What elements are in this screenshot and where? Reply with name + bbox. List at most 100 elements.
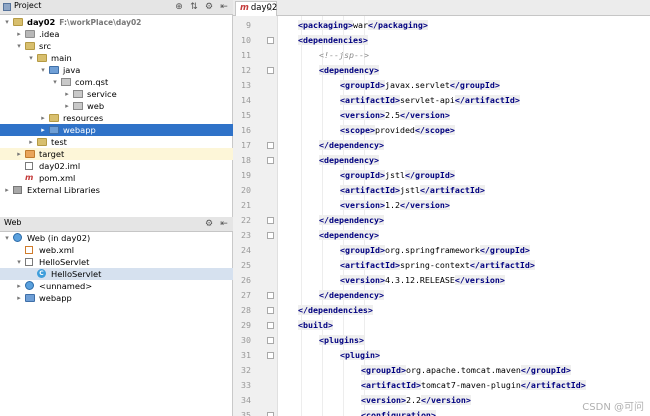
tree-item[interactable]: ▸ webapp [0, 292, 233, 304]
chevron-down-icon[interactable]: ▾ [51, 76, 59, 88]
collapse-all-icon[interactable]: ⇅ [189, 2, 199, 12]
folder-icon [25, 42, 35, 50]
xml-tag: </dependency> [319, 290, 384, 300]
tree-item[interactable]: ▾ main [0, 52, 233, 64]
fold-marker-icon[interactable] [267, 217, 274, 224]
code-line: <dependencies> [298, 33, 368, 48]
line-number: 19 [241, 170, 251, 180]
chevron-right-icon[interactable]: ▸ [3, 184, 11, 196]
fold-marker-icon[interactable] [267, 322, 274, 329]
library-icon [13, 186, 22, 194]
xml-text: spring-context [399, 260, 470, 270]
fold-marker-icon[interactable] [267, 412, 274, 416]
code-editor[interactable]: <packaging>war</packaging> <dependencies>… [279, 16, 650, 416]
line-number: 9 [246, 20, 251, 30]
chevron-down-icon[interactable]: ▾ [39, 64, 47, 76]
line-number: 24 [241, 245, 251, 255]
xml-tag: </dependencies> [298, 305, 373, 315]
chevron-down-icon[interactable]: ▾ [3, 16, 11, 28]
chevron-down-icon[interactable]: ▾ [27, 52, 35, 64]
tree-item-label: test [51, 137, 67, 147]
settings-icon[interactable]: ⚙ [204, 219, 214, 229]
hide-panel-icon[interactable]: ⇤ [219, 2, 229, 12]
chevron-right-icon[interactable]: ▸ [15, 280, 23, 292]
hide-panel-icon[interactable]: ⇤ [219, 219, 229, 229]
project-panel-header[interactable]: Project ⊕ ⇅ ⚙ ⇤ [0, 0, 233, 15]
tree-item[interactable]: ▾ com.qst [0, 76, 233, 88]
xml-tag: </artifactId> [419, 185, 485, 195]
chevron-down-icon[interactable]: ▾ [15, 40, 23, 52]
folder-icon [25, 150, 35, 158]
chevron-right-icon[interactable]: ▸ [15, 28, 23, 40]
tab-day02[interactable]: m day02 × [235, 1, 277, 16]
chevron-right-icon[interactable]: ▸ [15, 148, 23, 160]
chevron-right-icon[interactable]: ▸ [27, 136, 35, 148]
tree-item[interactable]: ▸ service [0, 88, 233, 100]
project-panel-title: Project [14, 1, 42, 10]
web-panel-header[interactable]: Web ⚙ ⇤ [0, 217, 233, 232]
tree-item[interactable]: ▸ target [0, 148, 233, 160]
fold-marker-icon[interactable] [267, 292, 274, 299]
indent-guide [301, 16, 302, 416]
line-number: 14 [241, 95, 251, 105]
xml-text: jstl [384, 170, 405, 180]
xml-tag: <dependency> [319, 230, 379, 240]
xml-tag: <groupId> [361, 365, 406, 375]
tree-item[interactable]: ▾ java [0, 64, 233, 76]
tree-item[interactable]: ▸ resources [0, 112, 233, 124]
package-icon [73, 90, 83, 98]
tree-item-label: webapp [39, 293, 72, 303]
chevron-down-icon[interactable]: ▾ [3, 232, 11, 244]
line-number: 12 [241, 65, 251, 75]
xml-tag: <plugin> [340, 350, 380, 360]
chevron-right-icon[interactable]: ▸ [63, 100, 71, 112]
xml-tag: </artifactId> [520, 380, 586, 390]
chevron-down-icon[interactable]: ▾ [15, 256, 23, 268]
fold-marker-icon[interactable] [267, 67, 274, 74]
fold-marker-icon[interactable] [267, 142, 274, 149]
tree-item[interactable]: ▸ webapp [0, 124, 233, 136]
tree-item[interactable]: C HelloServlet [0, 268, 233, 280]
locate-icon[interactable]: ⊕ [174, 2, 184, 12]
xml-tag: </artifactId> [469, 260, 535, 270]
chevron-right-icon[interactable]: ▸ [39, 124, 47, 136]
tree-item[interactable]: day02.iml [0, 160, 233, 172]
tree-item[interactable]: ▸ web [0, 100, 233, 112]
code-line: </dependency> [319, 288, 384, 303]
tree-item[interactable]: web.xml [0, 244, 233, 256]
fold-marker-icon[interactable] [267, 37, 274, 44]
xml-tag: </dependency> [319, 140, 384, 150]
tree-item-label: web [87, 101, 105, 111]
project-panel-tools: ⊕ ⇅ ⚙ ⇤ [174, 2, 229, 12]
chevron-right-icon[interactable]: ▸ [15, 292, 23, 304]
xml-text: tomcat7-maven-plugin [420, 380, 521, 390]
tree-item[interactable]: ▸ test [0, 136, 233, 148]
chevron-right-icon[interactable]: ▸ [63, 88, 71, 100]
tree-item[interactable]: ▾ src [0, 40, 233, 52]
tree-item[interactable]: ▸ .idea [0, 28, 233, 40]
close-icon[interactable]: × [266, 2, 273, 15]
tree-item[interactable]: ▸ <unnamed> [0, 280, 233, 292]
tree-item[interactable]: ▾ day02 F:\workPlace\day02 [0, 16, 233, 28]
xml-comment: <!--jsp--> [319, 50, 369, 60]
fold-marker-icon[interactable] [267, 337, 274, 344]
tree-item[interactable]: ▸ External Libraries [0, 184, 233, 196]
xml-tag: </groupId> [404, 170, 455, 180]
web-icon [13, 233, 22, 242]
code-line: <groupId>org.apache.tomcat.maven</groupI… [361, 363, 571, 378]
fold-marker-icon[interactable] [267, 307, 274, 314]
chevron-right-icon[interactable]: ▸ [39, 112, 47, 124]
tree-item[interactable]: m pom.xml [0, 172, 233, 184]
fold-marker-icon[interactable] [267, 232, 274, 239]
folder-icon [37, 138, 47, 146]
editor-gutter: 9 10 11 12 13 14 15 16 17 18 19 20 21 22 23 24 25 26 27 28 2… [233, 16, 278, 416]
tree-item[interactable]: ▾ HelloServlet [0, 256, 233, 268]
maven-icon: m [240, 3, 249, 13]
tree-item[interactable]: ▾ Web (in day02) [0, 232, 233, 244]
fold-marker-icon[interactable] [267, 157, 274, 164]
folder-icon [49, 114, 59, 122]
xml-tag: <groupId> [340, 80, 385, 90]
gear-icon[interactable]: ⚙ [204, 2, 214, 12]
xml-text: org.apache.tomcat.maven [405, 365, 521, 375]
fold-marker-icon[interactable] [267, 352, 274, 359]
